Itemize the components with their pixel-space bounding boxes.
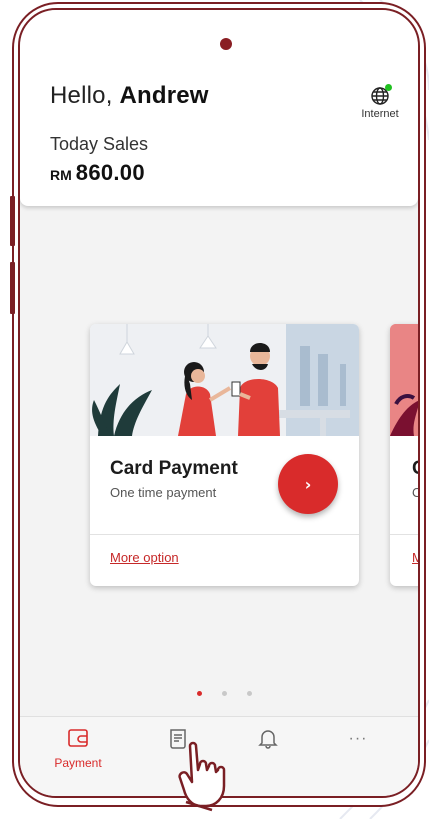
front-camera <box>220 38 232 50</box>
side-button-upper <box>10 196 15 246</box>
nav-label-payment: Payment <box>54 756 102 770</box>
user-name: Andrew <box>119 82 209 109</box>
card-payment-illustration <box>90 324 359 436</box>
card-payment-card[interactable]: Card Payment One time payment › More opt… <box>90 324 359 586</box>
pager-dot-1[interactable] <box>197 691 202 696</box>
card-payment-subtitle: One time payment <box>110 485 217 500</box>
next-card-link[interactable]: M <box>412 550 418 565</box>
pager-dot-3[interactable] <box>247 691 252 696</box>
header-card: Hello, Andrew Internet Today Sales RM 860… <box>20 10 418 206</box>
bell-icon <box>258 730 278 749</box>
sales-amount: 860.00 <box>75 160 145 185</box>
nav-item-payment[interactable]: Payment <box>48 727 108 779</box>
next-card-divider <box>390 534 418 535</box>
tap-hand-icon <box>178 741 226 812</box>
card-payment-title: Card Payment <box>110 458 238 479</box>
next-payment-card[interactable]: C O M <box>390 324 418 586</box>
carousel-pager <box>197 691 252 696</box>
card-payment-go-button[interactable]: › <box>278 454 338 514</box>
online-indicator <box>385 84 392 91</box>
greeting: Hello, Andrew <box>50 82 209 110</box>
wallet-icon <box>68 729 88 747</box>
side-button-lower <box>10 262 15 314</box>
nav-item-notifications[interactable] <box>238 727 298 779</box>
card-divider <box>90 534 359 535</box>
next-card-title: C <box>412 458 418 480</box>
phone-screen: Hello, Andrew Internet Today Sales RM 860… <box>18 8 420 798</box>
pager-dot-2[interactable] <box>222 691 227 696</box>
more-icon: ··· <box>348 730 368 747</box>
nav-item-more[interactable]: ··· <box>328 727 388 779</box>
sales-label: Today Sales <box>50 134 149 154</box>
next-card-subtitle: O <box>412 485 418 500</box>
greeting-prefix: Hello, <box>50 82 113 109</box>
more-option-link[interactable]: More option <box>110 550 179 565</box>
globe-icon <box>370 84 392 106</box>
network-label: Internet <box>361 108 399 120</box>
sales-currency: RM <box>50 167 72 183</box>
sales-value: RM 860.00 <box>50 160 145 186</box>
next-card-illustration <box>390 324 418 436</box>
network-status[interactable]: Internet <box>350 84 410 120</box>
chevron-right-icon: › <box>304 474 312 494</box>
